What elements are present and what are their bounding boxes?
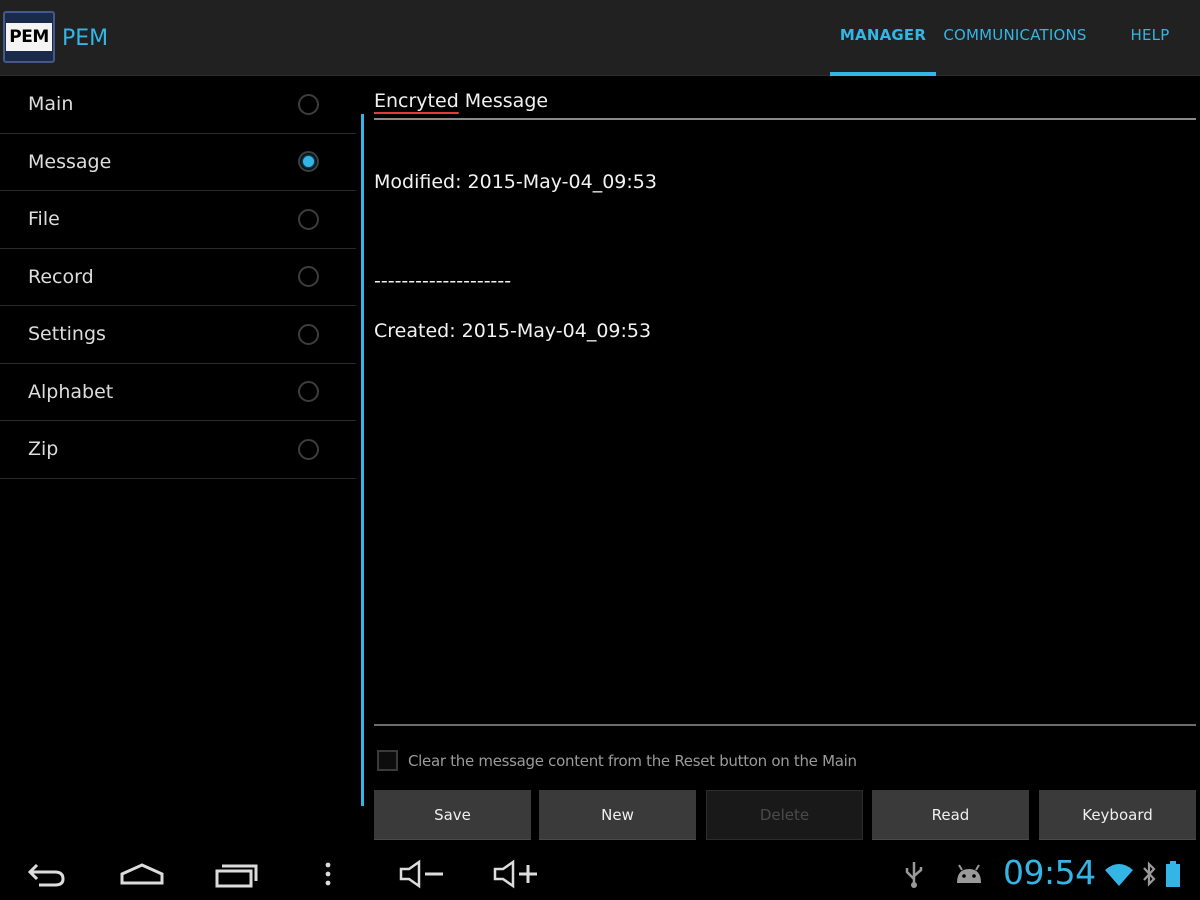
sidebar-item-main[interactable]: Main [0,76,356,134]
section-header: Encryted Message [374,90,548,112]
content-divider [374,724,1196,726]
new-button[interactable]: New [539,790,696,840]
sidebar-item-label: File [28,208,60,231]
clear-message-label: Clear the message content from the Reset… [408,751,857,770]
separator-line: -------------------- [374,270,512,292]
app-window: PEM PEM MANAGER COMMUNICATIONS HELP Main… [0,0,1200,900]
radio-button[interactable] [298,323,319,345]
volume-up-icon[interactable] [490,848,542,900]
action-bar: PEM PEM MANAGER COMMUNICATIONS HELP [0,0,1200,76]
modified-timestamp: Modified: 2015-May-04_09:53 [374,171,657,193]
keyboard-button[interactable]: Keyboard [1039,790,1196,840]
wifi-icon [1102,848,1136,900]
pane-divider [361,114,364,806]
created-timestamp: Created: 2015-May-04_09:53 [374,320,652,342]
sidebar-item-label: Zip [28,438,59,461]
bluetooth-icon [1138,848,1160,900]
sidebar-item-file[interactable]: File [0,191,356,249]
sidebar: Main Message File Record Settings Alphab… [0,76,356,479]
radio-button[interactable] [298,266,319,288]
sidebar-item-label: Message [28,150,112,173]
sidebar-item-label: Settings [28,323,106,346]
read-button[interactable]: Read [872,790,1029,840]
save-button[interactable]: Save [374,790,531,840]
battery-icon [1162,848,1184,900]
sidebar-item-zip[interactable]: Zip [0,421,356,479]
tab-manager-label: MANAGER [839,26,927,44]
tab-help[interactable]: HELP [1118,0,1182,76]
sidebar-item-settings[interactable]: Settings [0,306,356,364]
tab-communications[interactable]: COMMUNICATIONS [940,0,1090,76]
overflow-menu-icon[interactable] [318,848,338,900]
sidebar-item-label: Record [28,265,94,288]
status-clock: 09:54 [1003,853,1096,892]
sidebar-item-alphabet[interactable]: Alphabet [0,364,356,421]
delete-button[interactable]: Delete [706,790,863,840]
usb-icon [900,848,928,900]
home-icon[interactable] [116,848,168,900]
tab-help-label: HELP [1130,26,1170,44]
tab-manager[interactable]: MANAGER [830,0,936,76]
back-icon[interactable] [22,848,72,900]
section-header-rest: Message [458,90,549,112]
radio-button[interactable] [298,381,319,403]
app-logo: PEM [3,11,55,63]
tab-communications-label: COMMUNICATIONS [943,26,1087,44]
recent-apps-icon[interactable] [212,848,260,900]
message-text-area[interactable]: Modified: 2015-May-04_09:53 ------------… [374,145,1190,369]
section-header-misspelled-word: Encryted [374,90,459,112]
clear-message-checkbox[interactable] [377,750,398,771]
radio-button-selected[interactable] [298,151,319,173]
sidebar-item-label: Alphabet [28,380,114,403]
radio-button[interactable] [298,438,319,460]
volume-down-icon[interactable] [396,848,448,900]
sidebar-item-message[interactable]: Message [0,134,356,191]
app-title: PEM [62,26,109,51]
header-divider [374,118,1196,120]
sidebar-item-record[interactable]: Record [0,249,356,306]
app-logo-text: PEM [6,23,52,51]
sidebar-item-label: Main [28,93,74,116]
radio-button[interactable] [298,208,319,230]
clear-option-row[interactable]: Clear the message content from the Reset… [377,750,857,771]
android-debug-icon [952,848,986,900]
radio-button[interactable] [298,93,319,115]
